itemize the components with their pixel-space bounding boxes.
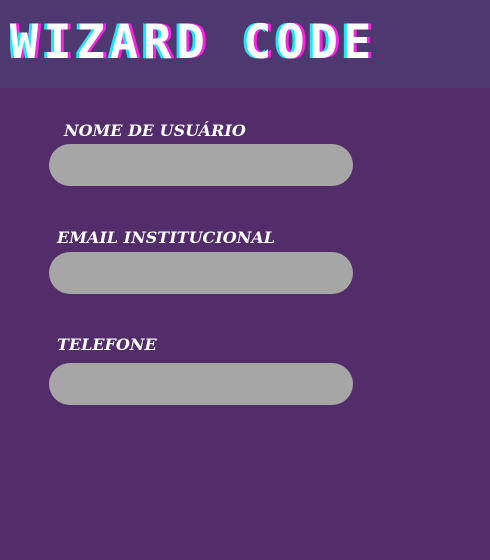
header-bar: WIZARD CODE [0, 0, 490, 88]
email-input[interactable] [49, 252, 353, 294]
email-label: EMAIL INSTITUCIONAL [57, 228, 275, 247]
username-label: NOME DE USUÁRIO [64, 121, 246, 140]
wizard-code-logo: WIZARD CODE [10, 18, 377, 68]
phone-input[interactable] [49, 363, 353, 405]
username-input[interactable] [49, 144, 353, 186]
phone-label: TELEFONE [57, 335, 157, 354]
